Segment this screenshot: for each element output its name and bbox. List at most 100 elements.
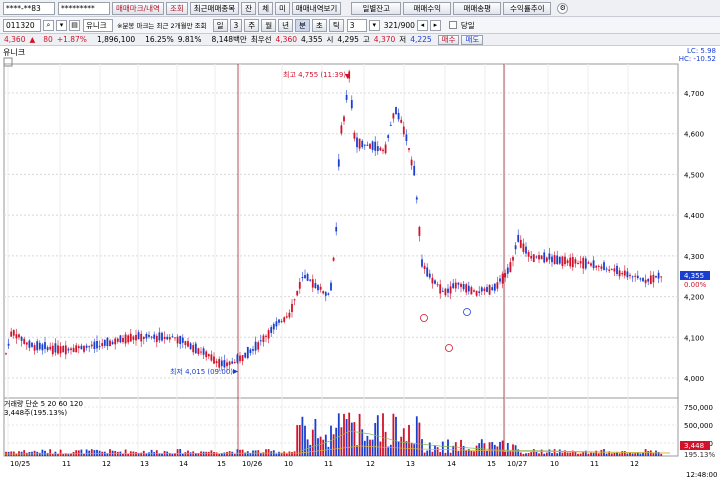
candle-body [454, 282, 457, 289]
search-icon[interactable]: ⌕ [43, 19, 54, 31]
price-tick-label: 4,100 [684, 334, 704, 342]
time-tick-label: 10 [284, 460, 293, 468]
volume-bar [337, 413, 340, 456]
candle-body [387, 135, 390, 138]
candle-body [584, 258, 587, 269]
period-second[interactable]: 초 [311, 18, 327, 32]
candle-body [278, 319, 280, 323]
volume-bar [457, 451, 460, 456]
candle-body [272, 323, 275, 330]
candle-body [64, 345, 67, 355]
volume-bar [38, 452, 41, 456]
candle-body [38, 342, 41, 350]
markers-button[interactable]: 매매마크/내역 [112, 1, 164, 15]
volume-info: 3,448주(195.13%) [4, 409, 67, 417]
volume-bar [109, 449, 111, 456]
period-week[interactable]: 주 [244, 18, 260, 32]
interval-input[interactable]: 3 [346, 18, 367, 32]
candle-body [473, 290, 475, 292]
candle-body [15, 334, 18, 339]
volume-bar [519, 452, 522, 456]
candle-body [135, 334, 137, 341]
candle-chart[interactable]: 유니크 LC: 5.98 HC: -10.52 4,700 4,600 4,500 4… [0, 46, 720, 480]
candle-body [631, 276, 634, 278]
volume-bar [623, 451, 626, 456]
volume-bar [605, 453, 608, 456]
period-year[interactable]: 년 [278, 18, 294, 32]
sell-button[interactable]: 매도 [461, 34, 484, 45]
candle-body [77, 346, 80, 349]
volume-bar [527, 453, 530, 456]
candle-body [483, 288, 486, 291]
executed-button[interactable]: 체 [258, 1, 273, 15]
volume-bar [441, 441, 444, 456]
daily-balance-button[interactable]: 일별잔고 [351, 1, 402, 15]
candle-body [101, 343, 104, 347]
volume-bar [317, 438, 319, 456]
period-tick[interactable]: 틱 [328, 18, 344, 32]
time-tick-label: 10/25 [10, 460, 30, 468]
low-label: 저 [399, 35, 407, 44]
stock-code-input[interactable]: 011320 [3, 18, 41, 32]
unexecuted-button[interactable]: 미 [274, 1, 290, 15]
query-button[interactable]: 조회 [165, 1, 188, 15]
volume-bar [595, 450, 598, 456]
candle-body [371, 141, 374, 151]
candle-body [626, 271, 629, 278]
volume-bar [33, 450, 36, 456]
chart-area[interactable]: 유니크 LC: 5.98 HC: -10.52 4,700 4,600 4,500 4… [0, 46, 720, 480]
profit-trend-button[interactable]: 수익률추이 [503, 1, 552, 15]
candle-body [122, 337, 124, 343]
candle-body [210, 354, 213, 361]
prev-icon[interactable]: ◂ [416, 19, 428, 31]
account-field[interactable]: ****-**83 [3, 1, 55, 15]
period-day[interactable]: 일 [212, 18, 228, 32]
volume-bar [426, 450, 429, 456]
volume-bar [46, 452, 49, 456]
chevron-down-icon[interactable]: ▾ [368, 19, 380, 31]
candle-body [647, 278, 650, 282]
volume-bar [410, 442, 413, 456]
period-interval[interactable]: 3 [229, 18, 243, 32]
password-field[interactable]: ********* [58, 1, 110, 15]
candle-body [649, 275, 652, 285]
candle-body [116, 338, 119, 342]
dropdown-icon[interactable]: ▾ [56, 19, 67, 31]
candle-body [363, 144, 366, 146]
volume-bar [124, 449, 127, 456]
candle-body [265, 335, 267, 337]
candle-body [522, 243, 525, 252]
candle-body [382, 149, 384, 152]
volume-bar [501, 440, 504, 456]
candle-body [233, 362, 236, 364]
balance-button[interactable]: 잔 [241, 1, 257, 15]
time-tick-label: 11 [324, 460, 333, 468]
volume-bar [319, 436, 322, 456]
period-minute[interactable]: 분 [295, 18, 310, 32]
candle-body [119, 335, 122, 343]
time-tick-label: 14 [447, 460, 456, 468]
buy-button[interactable]: 매수 [437, 34, 460, 45]
candle-body [114, 338, 117, 345]
trade-review-button[interactable]: 매매송평 [453, 1, 502, 15]
candle-body [246, 346, 249, 359]
trade-profit-button[interactable]: 매매수익 [403, 1, 452, 15]
candle-body [80, 345, 83, 350]
volume-bar [545, 452, 548, 456]
volume-bar [207, 451, 210, 456]
candle-body [345, 94, 348, 100]
today-checkbox[interactable] [448, 21, 457, 29]
volume-bar [218, 453, 221, 456]
candle-body [205, 351, 208, 358]
period-month[interactable]: 월 [261, 18, 277, 32]
chart-icon[interactable]: ▤ [69, 19, 80, 31]
candle-body [218, 359, 221, 368]
candle-body [51, 345, 54, 355]
recent-trades-button[interactable]: 최근매매종목 [189, 1, 240, 15]
trade-view-button[interactable]: 매매내역보기 [291, 1, 342, 15]
settings-icon[interactable]: ⚙ [557, 2, 569, 14]
strength-pct: 9.81% [177, 35, 202, 44]
candle-body [610, 269, 613, 271]
candle-body [226, 362, 228, 367]
next-icon[interactable]: ▸ [429, 19, 441, 31]
